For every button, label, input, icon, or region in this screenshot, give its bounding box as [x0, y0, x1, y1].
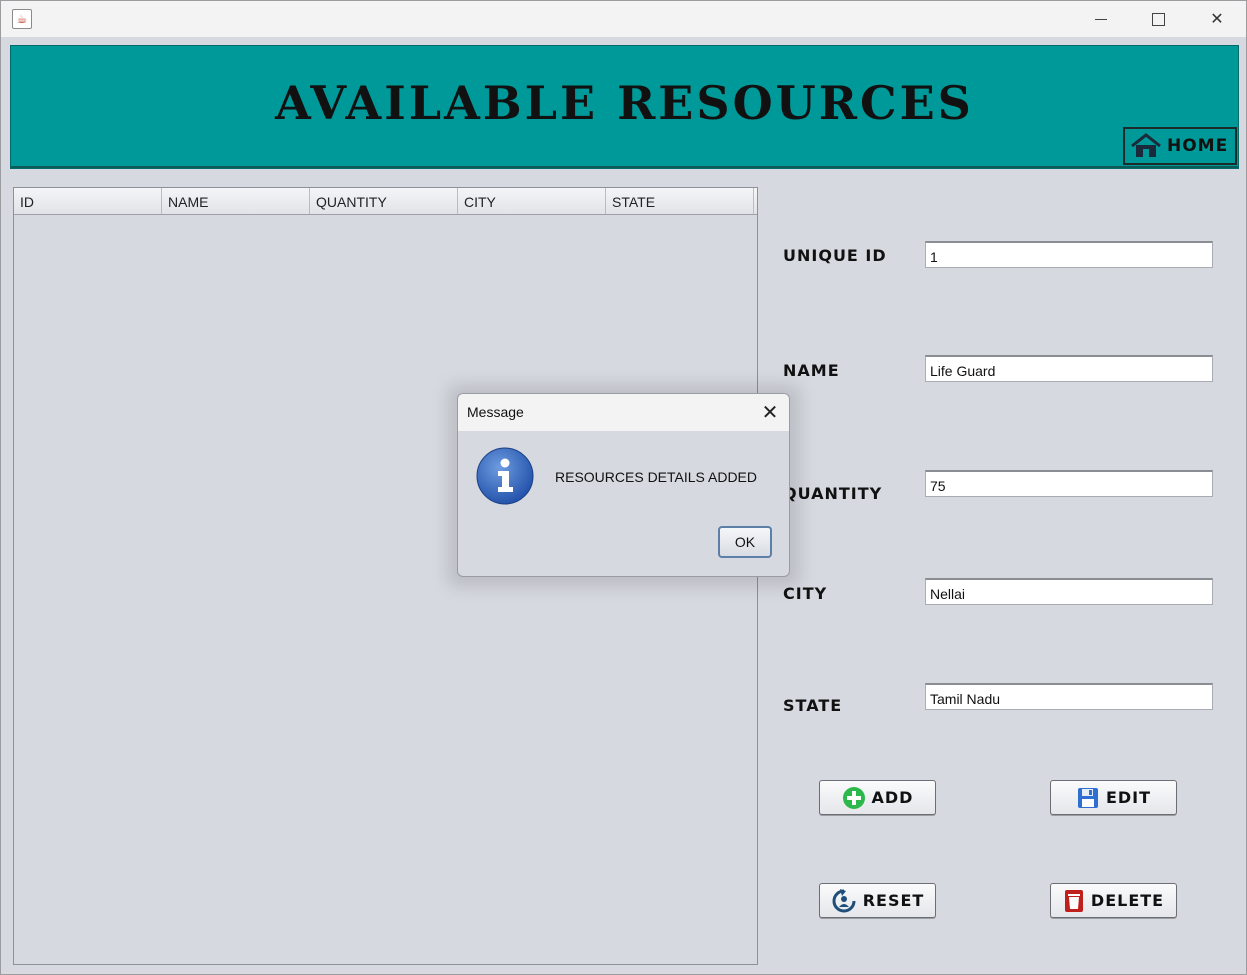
delete-label: DELETE	[1090, 891, 1165, 910]
home-button[interactable]: HOME	[1123, 127, 1237, 165]
city-field[interactable]	[925, 578, 1213, 605]
dialog-title-bar[interactable]: Message ✕	[458, 394, 789, 431]
header-banner: AVAILABLE RESOURCES HOME	[10, 45, 1239, 169]
table-header: ID NAME QUANTITY CITY STATE	[14, 188, 757, 215]
maximize-icon[interactable]	[1129, 1, 1187, 37]
close-icon[interactable]: ✕	[1188, 1, 1246, 37]
name-field[interactable]	[925, 355, 1213, 382]
save-disk-icon	[1077, 787, 1098, 808]
unique-id-label: UNIQUE ID	[783, 246, 887, 265]
column-header-name[interactable]: NAME	[162, 188, 310, 214]
ok-button[interactable]: OK	[718, 526, 772, 558]
minimize-icon[interactable]	[1072, 1, 1130, 37]
reset-button[interactable]: RESET	[819, 883, 936, 918]
state-field[interactable]	[925, 683, 1213, 710]
edit-button[interactable]: EDIT	[1050, 780, 1177, 815]
home-icon	[1131, 133, 1161, 157]
delete-icon	[1064, 889, 1083, 912]
column-header-state[interactable]: STATE	[606, 188, 754, 214]
add-button[interactable]: ADD	[819, 780, 936, 815]
add-icon	[842, 786, 865, 809]
edit-label: EDIT	[1105, 788, 1152, 807]
reset-label: RESET	[862, 891, 925, 910]
title-bar[interactable]: ☕ ✕	[1, 1, 1246, 37]
delete-button[interactable]: DELETE	[1050, 883, 1177, 918]
dialog-message: RESOURCES DETAILS ADDED	[555, 469, 758, 485]
reset-icon	[832, 888, 856, 912]
add-label: ADD	[871, 788, 914, 807]
dialog-title: Message	[467, 404, 524, 420]
column-header-city[interactable]: CITY	[458, 188, 606, 214]
message-dialog: Message ✕ RESOURCES DETAILS ADDED OK	[457, 393, 790, 577]
name-label: NAME	[783, 361, 840, 380]
home-label: HOME	[1167, 136, 1229, 156]
column-header-id[interactable]: ID	[14, 188, 162, 214]
state-label: STATE	[783, 696, 843, 715]
quantity-field[interactable]	[925, 470, 1213, 497]
dialog-close-icon[interactable]: ✕	[758, 400, 782, 424]
page-title: AVAILABLE RESOURCES	[275, 76, 974, 130]
info-icon	[476, 447, 534, 505]
unique-id-field[interactable]	[925, 241, 1213, 268]
column-header-quantity[interactable]: QUANTITY	[310, 188, 458, 214]
java-app-icon: ☕	[12, 9, 32, 29]
